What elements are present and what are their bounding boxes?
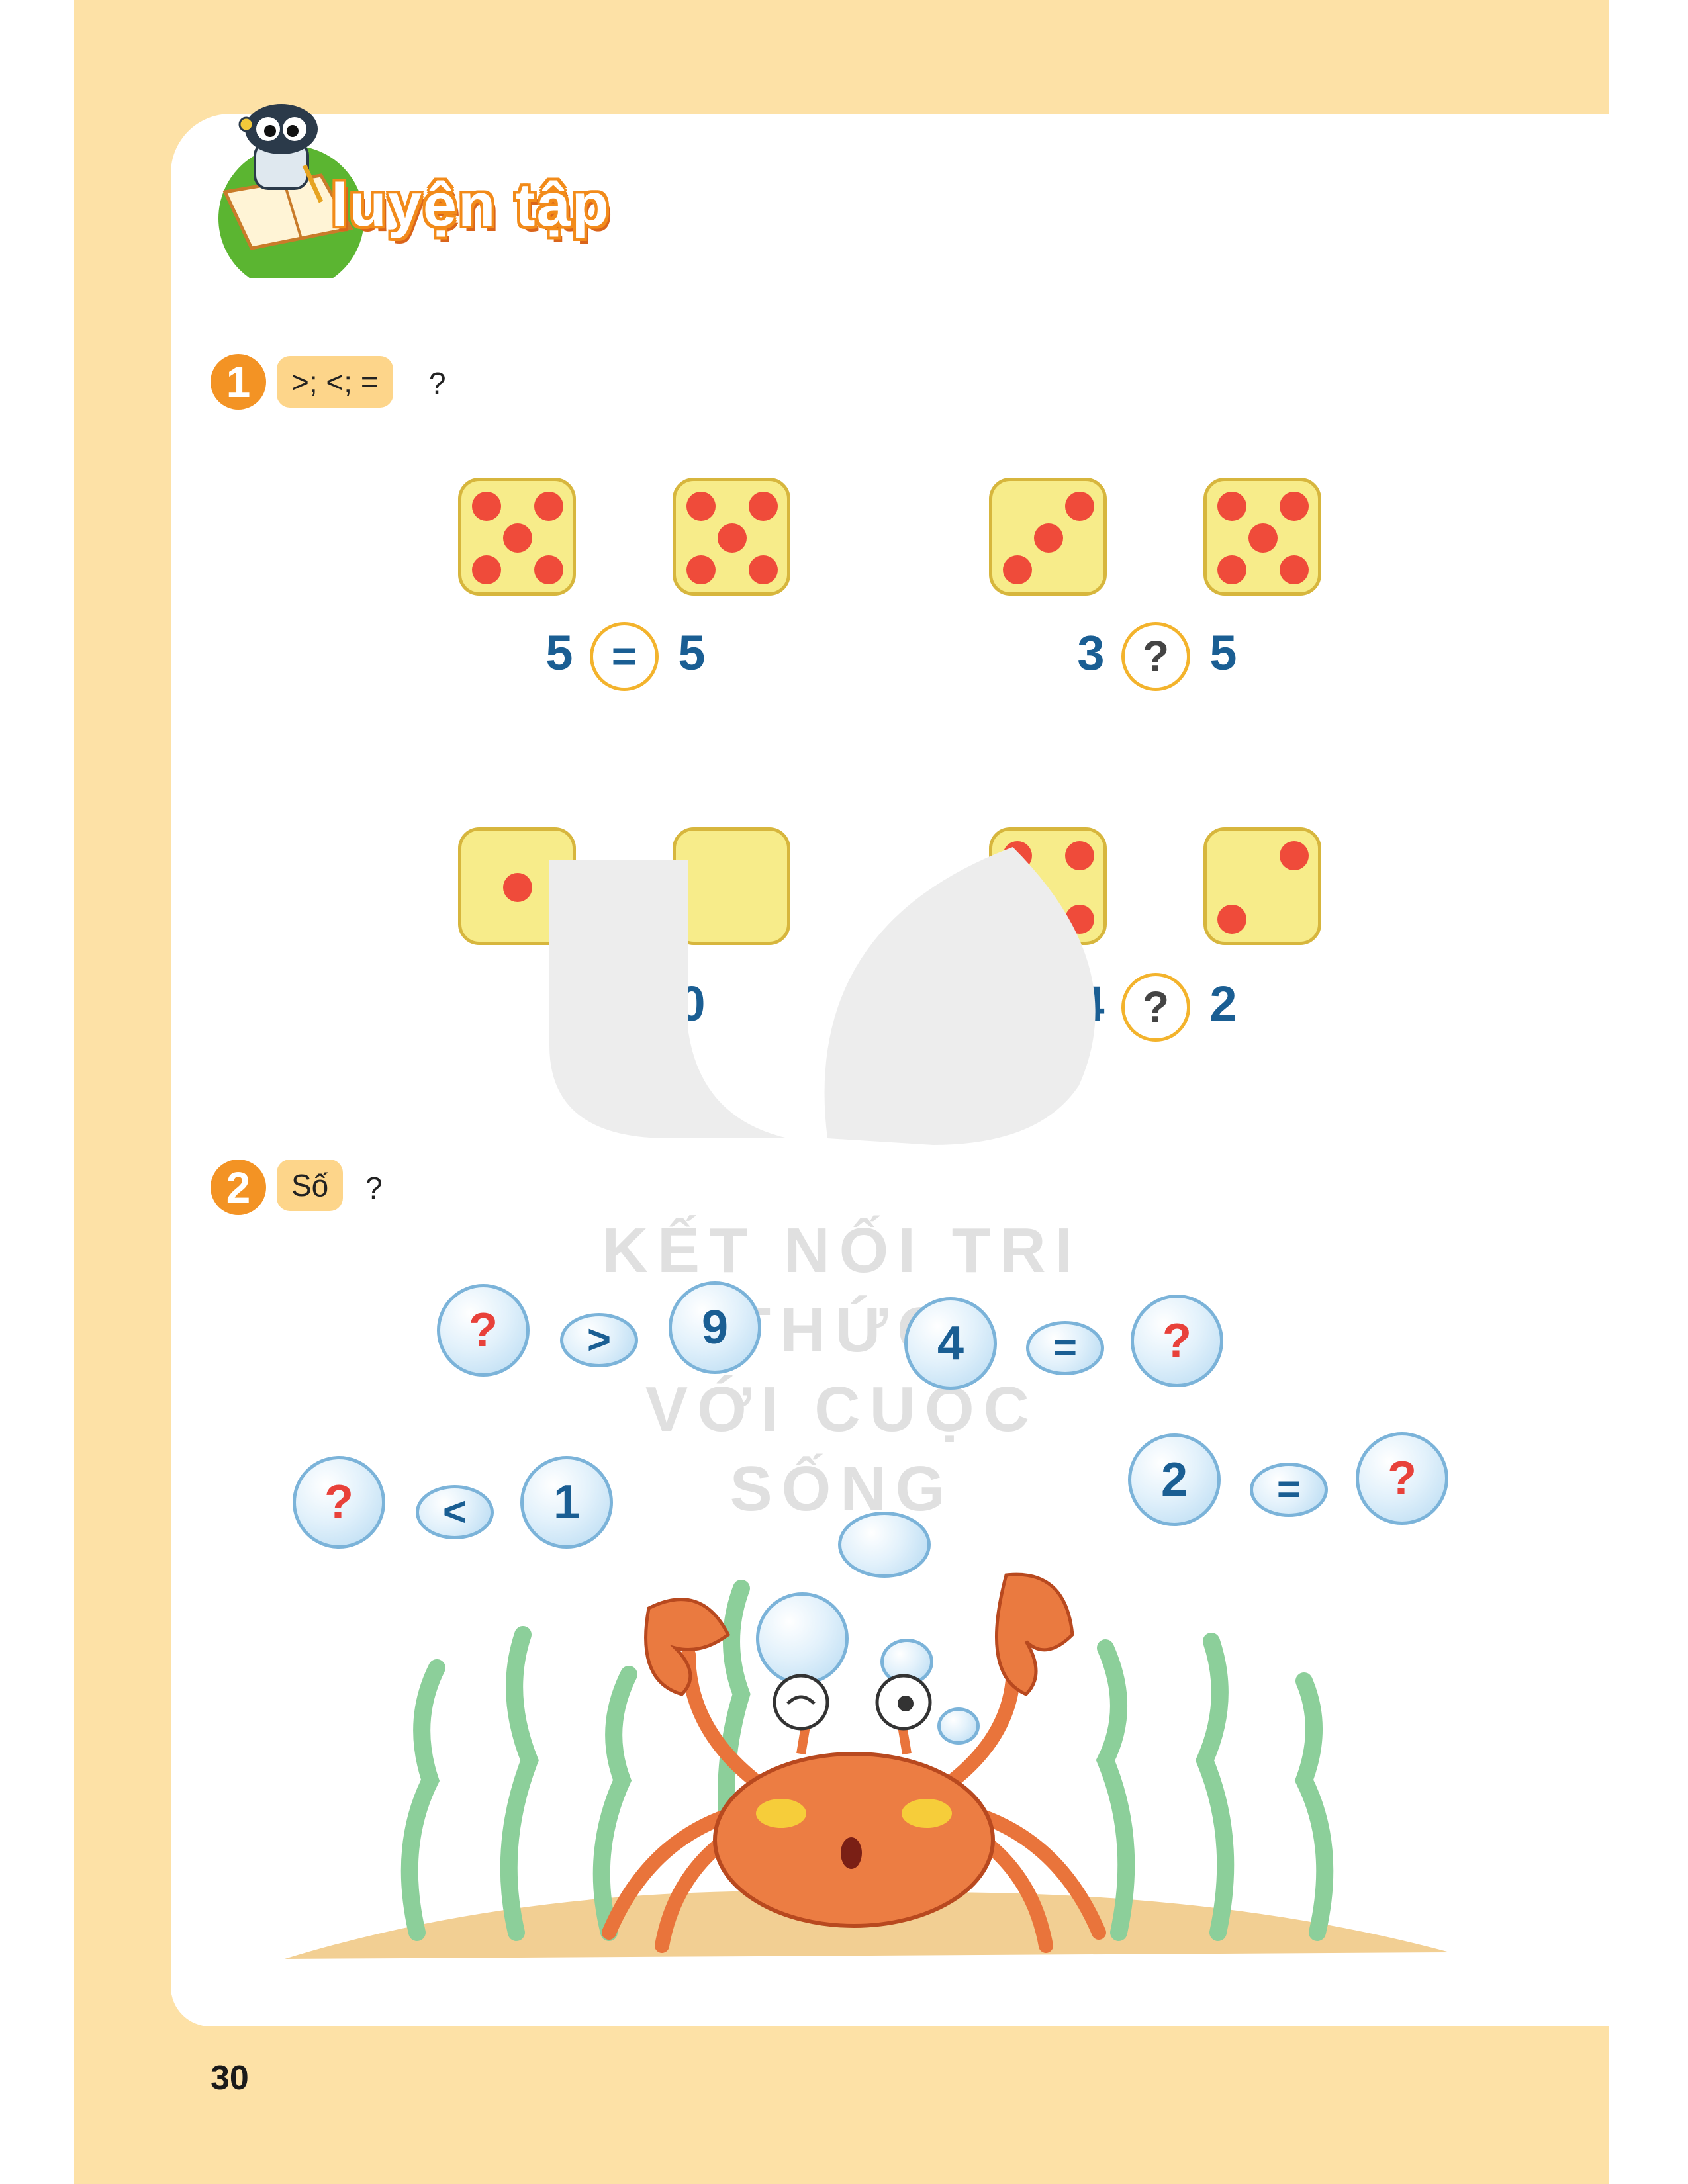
compare-sign-answer: = (590, 622, 659, 691)
bubble-answer-blank[interactable]: ? (293, 1456, 385, 1549)
bubble-sign: > (560, 1313, 638, 1367)
compare-sign-blank[interactable]: ? (1121, 622, 1190, 691)
watermark-line-2: VỚI CUỘC SỐNG (645, 1374, 1039, 1524)
compare-right-value: 2 (1209, 976, 1237, 1031)
bubble-number: 4 (904, 1297, 997, 1390)
section-title: luyện tập (331, 171, 610, 239)
bubble-number: 1 (520, 1456, 613, 1549)
bubble-sign: < (416, 1485, 494, 1539)
die-five (1203, 478, 1321, 596)
bubble-answer-blank[interactable]: ? (1131, 1295, 1223, 1387)
publisher-watermark-text: KẾT NỐI TRI THỨC VỚI CUỘC SỐNG (577, 1211, 1107, 1529)
die-three (989, 478, 1107, 596)
exercise-1-number: 1 (211, 354, 266, 410)
exercise-1-question-mark: ? (429, 366, 446, 400)
exercise-2-question-mark: ? (365, 1171, 383, 1205)
compare-left-value: 3 (1077, 625, 1105, 680)
exercise-2-number: 2 (211, 1160, 266, 1215)
die-two (1203, 827, 1321, 945)
publisher-logo-watermark (549, 847, 1096, 1145)
compare-right-value: 5 (678, 625, 706, 680)
page-number: 30 (211, 2059, 249, 2097)
exercise-2-instruction: Số (277, 1160, 344, 1211)
crab-seaweed-illustration (285, 1572, 1450, 1959)
compare-left-value: 5 (545, 625, 573, 680)
exercise-1-instruction: >; <; = (277, 356, 393, 408)
bubble-number: 2 (1128, 1433, 1221, 1526)
bubble-answer-blank[interactable]: ? (437, 1284, 530, 1377)
die-five (458, 478, 576, 596)
compare-right-value: 5 (1209, 625, 1237, 680)
die-five (673, 478, 790, 596)
bubble-sign: = (1026, 1321, 1104, 1375)
bubble-sign: = (1250, 1463, 1328, 1517)
bubble-number: 9 (669, 1281, 761, 1374)
bubble-answer-blank[interactable]: ? (1356, 1432, 1448, 1525)
